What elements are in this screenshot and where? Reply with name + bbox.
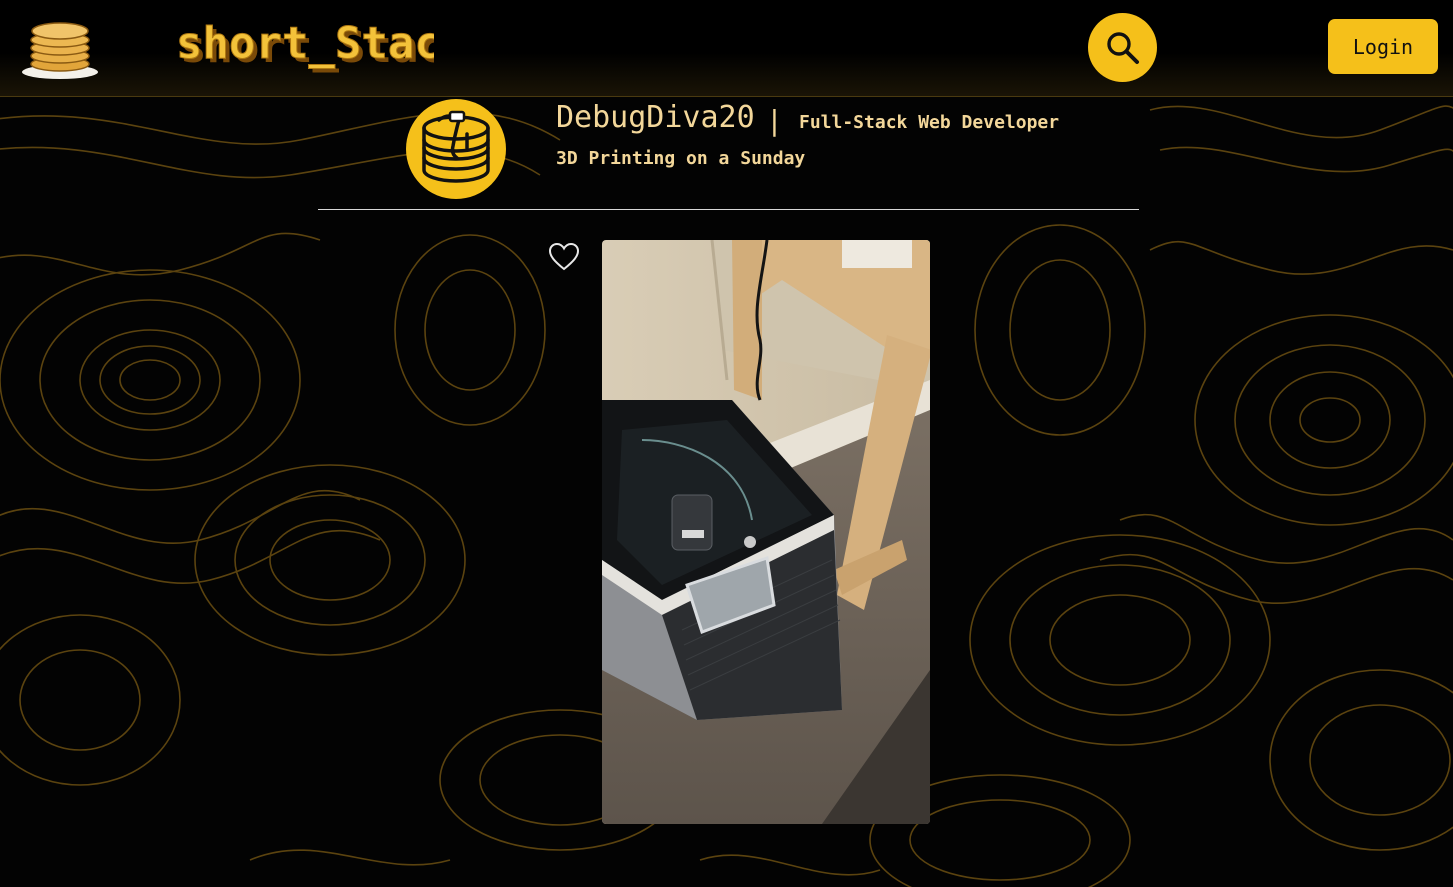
section-divider <box>318 209 1139 210</box>
profile-role: Full-Stack Web Developer <box>799 112 1060 133</box>
pancake-syrup-avatar[interactable] <box>405 98 507 200</box>
brand-wordmark[interactable]: short_Stack short_Stack <box>174 14 435 74</box>
brand-wordmark-text: short_Stack <box>176 18 434 69</box>
3d-printer-photo[interactable] <box>602 240 930 824</box>
top-nav-bar: short_Stack short_Stack Login <box>0 0 1453 97</box>
pancake-stack-icon[interactable] <box>20 18 100 80</box>
profile-username[interactable]: DebugDiva20 <box>556 100 755 135</box>
name-role-separator: | <box>766 104 783 137</box>
magnifier-icon <box>1106 31 1139 64</box>
post-title: 3D Printing on a Sunday <box>556 148 806 169</box>
login-button[interactable]: Login <box>1328 19 1438 74</box>
search-button[interactable] <box>1088 13 1157 82</box>
heart-outline-icon[interactable] <box>548 242 580 272</box>
